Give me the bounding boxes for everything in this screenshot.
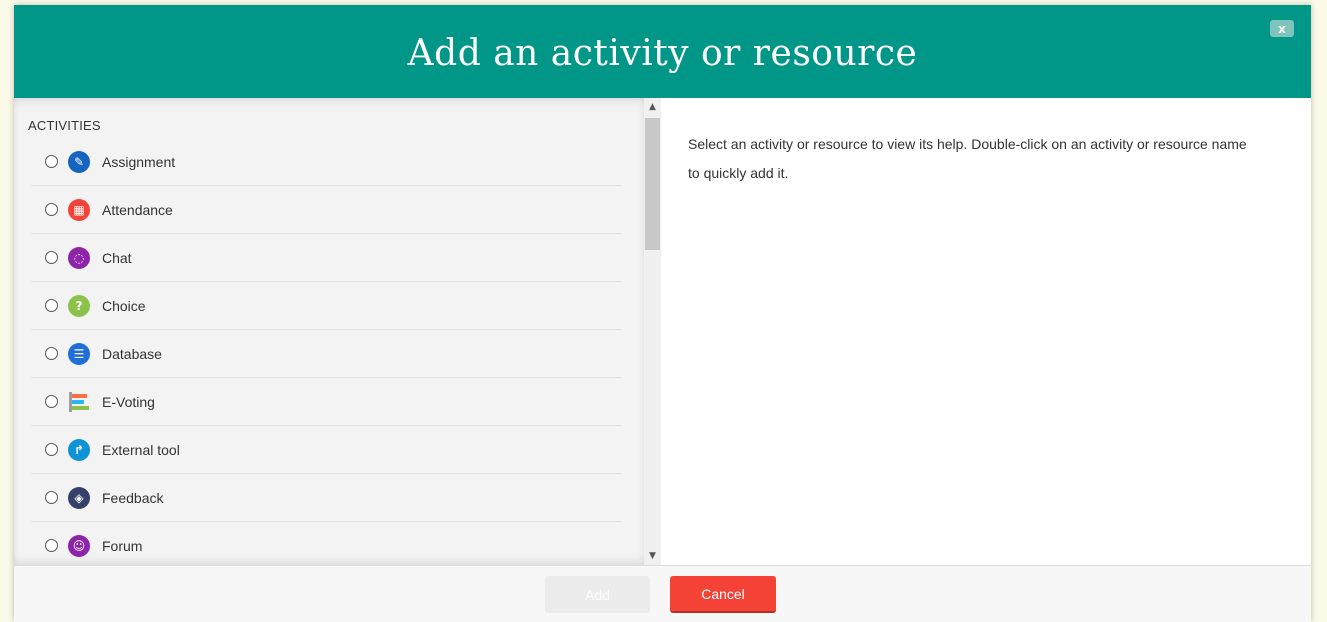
activities-heading: ACTIVITIES [28,118,101,133]
scroll-down-icon[interactable]: ▼ [644,549,661,563]
activity-radio[interactable] [45,539,58,552]
list-item-external-tool[interactable]: ↱ External tool [31,426,621,474]
assignment-icon: ✎ [68,150,90,173]
cancel-button[interactable]: Cancel [670,576,776,613]
list-item-e-voting[interactable]: E-Voting [31,378,621,426]
list-scrollbar[interactable]: ▲ ▼ [644,98,661,565]
help-pane: Select an activity or resource to view i… [661,98,1311,565]
close-icon: x [1278,21,1286,36]
activity-label: Feedback [102,489,164,506]
dialog-footer: Add Cancel [14,565,1311,622]
activity-radio[interactable] [45,299,58,312]
close-button[interactable]: x [1270,20,1294,37]
list-item-forum[interactable]: ☺ Forum [31,522,621,565]
help-text: Select an activity or resource to view i… [688,136,1247,181]
database-icon: ☰ [68,342,90,365]
activity-label: Database [102,345,162,362]
activity-radio[interactable] [45,443,58,456]
add-activity-dialog: Add an activity or resource x ACTIVITIES… [14,5,1311,622]
external-tool-icon: ↱ [68,438,90,461]
list-item-choice[interactable]: ? Choice [31,282,621,330]
forum-icon: ☺ [68,534,90,557]
activity-label: Forum [102,537,143,554]
activity-radio[interactable] [45,251,58,264]
activity-radio[interactable] [45,155,58,168]
activity-label: E-Voting [102,393,155,410]
activity-label: Chat [102,249,132,266]
list-item-assignment[interactable]: ✎ Assignment [31,138,621,186]
activity-label: Attendance [102,201,173,218]
activity-label: External tool [102,441,180,458]
activity-radio[interactable] [45,491,58,504]
scroll-up-icon[interactable]: ▲ [644,100,661,114]
activity-radio[interactable] [45,347,58,360]
scrollbar-thumb[interactable] [645,118,660,250]
feedback-icon: ◈ [68,486,90,509]
activity-list-pane[interactable]: ACTIVITIES ✎ Assignment ▦ Attendance ◌ Chat? C… [14,98,644,565]
chat-icon: ◌ [68,246,90,269]
dialog-title: Add an activity or resource [407,33,918,74]
dialog-body: ACTIVITIES ✎ Assignment ▦ Attendance ◌ Chat? C… [14,98,1311,565]
attendance-icon: ▦ [68,198,90,221]
list-item-attendance[interactable]: ▦ Attendance [31,186,621,234]
activity-radio[interactable] [45,203,58,216]
evoting-icon [68,391,90,413]
choice-icon: ? [68,294,90,317]
activity-label: Choice [102,297,146,314]
activity-label: Assignment [102,153,176,170]
list-item-database[interactable]: ☰ Database [31,330,621,378]
list-item-chat[interactable]: ◌ Chat [31,234,621,282]
dialog-header: Add an activity or resource x [14,5,1311,98]
list-item-feedback[interactable]: ◈ Feedback [31,474,621,522]
activity-radio[interactable] [45,395,58,408]
add-button[interactable]: Add [545,576,650,613]
